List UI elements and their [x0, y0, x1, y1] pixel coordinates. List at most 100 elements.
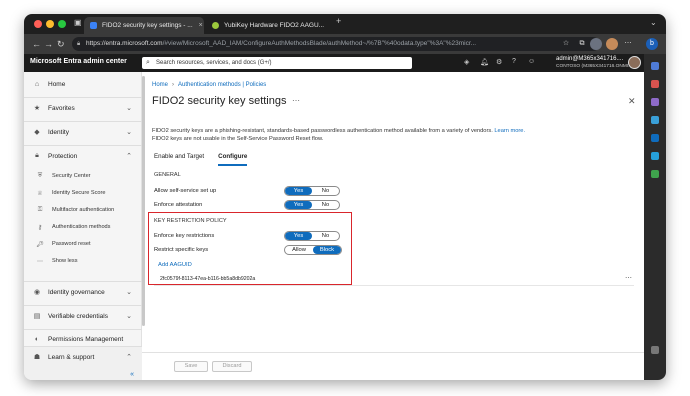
more-options-icon[interactable]: ⋯: [292, 96, 300, 105]
restrict-specific-keys-label: Restrict specific keys: [154, 247, 209, 253]
notifications-icon[interactable]: 🔔︎: [480, 58, 489, 66]
add-aaguid-link[interactable]: Add AAGUID: [158, 262, 192, 268]
toggle-no-option[interactable]: No: [312, 187, 339, 195]
back-arrow-icon[interactable]: ←: [32, 38, 41, 50]
nav-identity-label: Identity: [48, 128, 69, 136]
reload-icon[interactable]: ↻: [57, 38, 65, 50]
learn-icon: ☗: [33, 354, 41, 361]
global-search-input[interactable]: ⌕ Search resources, services, and docs (…: [142, 57, 412, 69]
restrict-specific-keys-toggle[interactable]: Allow Block: [284, 245, 342, 255]
nav-show-less[interactable]: ⋯ Show less: [24, 253, 142, 269]
description-line-2: FIDO2 keys are not usable in the Self-Se…: [152, 135, 324, 142]
close-icon[interactable]: ✕: [628, 96, 636, 107]
home-icon: ⌂: [34, 80, 40, 88]
allow-self-service-toggle[interactable]: Yes No: [284, 186, 340, 196]
general-section-label: GENERAL: [154, 172, 181, 178]
toggle-yes-option[interactable]: Yes: [285, 232, 312, 240]
nav-identity-secure-score[interactable]: ♕ Identity Secure Score: [24, 185, 142, 201]
nav-home-label: Home: [48, 80, 66, 88]
discard-button[interactable]: Discard: [212, 361, 252, 372]
save-button[interactable]: Save: [174, 361, 208, 372]
copilot-icon[interactable]: ◈: [464, 58, 469, 66]
feedback-icon[interactable]: ☺: [528, 58, 535, 65]
new-tab-button[interactable]: +: [336, 16, 341, 26]
nav-favorites-label: Favorites: [48, 104, 75, 112]
profile-icon[interactable]: [590, 38, 602, 50]
toggle-allow-option[interactable]: Allow: [285, 246, 313, 254]
nav-scrollbar[interactable]: [142, 76, 145, 326]
minimize-window-button[interactable]: [46, 20, 54, 28]
tools-icon[interactable]: [651, 98, 659, 106]
sidebar-settings-icon[interactable]: [651, 346, 659, 354]
enforce-attestation-toggle[interactable]: Yes No: [284, 200, 340, 210]
tab-overview-icon[interactable]: ▣: [74, 18, 82, 27]
nav-favorites[interactable]: ★ Favorites ⌄: [24, 98, 142, 118]
permissions-icon: ◐: [34, 336, 40, 343]
nav-sub-label: Multifactor authentication: [52, 207, 115, 213]
breadcrumb-auth-methods[interactable]: Authentication methods | Policies: [178, 82, 266, 88]
tab-title: FIDO2 security key settings - ...: [102, 22, 193, 29]
toggle-yes-option[interactable]: Yes: [285, 187, 312, 195]
bookmark-icon[interactable]: ☆: [560, 38, 572, 50]
account-name: admin@M365x341716....: [556, 56, 624, 62]
forward-arrow-icon[interactable]: →: [44, 38, 53, 50]
avatar[interactable]: [628, 56, 641, 69]
search-sidebar-icon[interactable]: [651, 62, 659, 70]
nav-identity-governance[interactable]: ◉ Identity governance ⌄: [24, 282, 142, 302]
extension-avatar-icon[interactable]: [606, 38, 618, 50]
row-more-options-icon[interactable]: ⋯: [625, 274, 632, 282]
toggle-no-option[interactable]: No: [312, 201, 339, 209]
tab-fido2-settings[interactable]: FIDO2 security key settings - ... ×: [84, 17, 204, 34]
close-window-button[interactable]: [34, 20, 42, 28]
shopping-icon[interactable]: [651, 80, 659, 88]
close-tab-icon[interactable]: ×: [324, 22, 326, 29]
nav-protection[interactable]: 🔒︎ Protection ⌃: [24, 146, 142, 166]
left-navigation: ⌂ Home ★ Favorites ⌄ ◆ Identity ⌄ 🔒︎ Pro…: [24, 72, 142, 380]
address-bar[interactable]: 🔒︎ https://entra.microsoft.com/#view/Mic…: [72, 37, 600, 51]
close-tab-icon[interactable]: ×: [193, 22, 203, 29]
browser-sidebar: [644, 54, 666, 380]
nav-sub-label: Password reset: [52, 241, 91, 247]
outlook-icon[interactable]: [651, 134, 659, 142]
portal-brand[interactable]: Microsoft Entra admin center: [30, 58, 127, 65]
footer-actions: Save Discard: [142, 352, 644, 380]
nav-authentication-methods[interactable]: ⚷ Authentication methods: [24, 219, 142, 235]
nav-verifiable-credentials[interactable]: ▤ Verifiable credentials ⌄: [24, 306, 142, 326]
extensions-icon[interactable]: ⧉: [576, 38, 588, 50]
nav-permissions-management[interactable]: ◐ Permissions Management: [24, 330, 142, 346]
games-icon[interactable]: [651, 116, 659, 124]
m365-icon[interactable]: [651, 152, 659, 160]
nav-home[interactable]: ⌂ Home: [24, 74, 142, 94]
nav-learn-support[interactable]: ☗ Learn & support ⌃: [24, 347, 142, 367]
account-info[interactable]: admin@M365x341716.... CONTOSO (M365X3417…: [556, 56, 632, 70]
toggle-block-option[interactable]: Block: [313, 246, 341, 254]
nav-multifactor-authentication[interactable]: ⚿ Multifactor authentication: [24, 202, 142, 218]
toggle-no-option[interactable]: No: [312, 232, 339, 240]
chevron-down-icon: ⌄: [126, 289, 132, 296]
browser-window: ▣ FIDO2 security key settings - ... × Yu…: [24, 14, 666, 380]
breadcrumb-home[interactable]: Home: [152, 82, 168, 88]
chevron-down-icon[interactable]: ⌄: [650, 18, 657, 27]
bing-icon[interactable]: b: [646, 38, 658, 50]
tab-enable-and-target[interactable]: Enable and Target: [154, 152, 204, 166]
settings-gear-icon[interactable]: ⚙: [496, 58, 502, 66]
toggle-yes-option[interactable]: Yes: [285, 201, 312, 209]
learn-more-link[interactable]: Learn more.: [494, 128, 525, 134]
drop-icon[interactable]: [651, 170, 659, 178]
tab-strip: ▣ FIDO2 security key settings - ... × Yu…: [24, 14, 666, 34]
ellipsis-icon: ⋯: [37, 258, 43, 265]
collapse-nav-button[interactable]: «: [130, 371, 134, 378]
star-icon: ★: [33, 105, 41, 112]
key-icon: 🔑︎: [36, 241, 44, 248]
nav-password-reset[interactable]: 🔑︎ Password reset: [24, 236, 142, 252]
tab-yubikey-aaguid[interactable]: YubiKey Hardware FIDO2 AAGU... ×: [206, 17, 326, 34]
key-icon: ⚿: [37, 206, 43, 213]
nav-security-center[interactable]: ⛨ Security Center: [24, 168, 142, 184]
tab-configure[interactable]: Configure: [218, 152, 248, 166]
maximize-window-button[interactable]: [58, 20, 66, 28]
entra-favicon-icon: [90, 22, 97, 29]
enforce-key-restrictions-toggle[interactable]: Yes No: [284, 231, 340, 241]
nav-identity[interactable]: ◆ Identity ⌄: [24, 122, 142, 142]
help-icon[interactable]: ?: [512, 58, 516, 65]
menu-dots-icon[interactable]: ⋯: [622, 38, 634, 50]
